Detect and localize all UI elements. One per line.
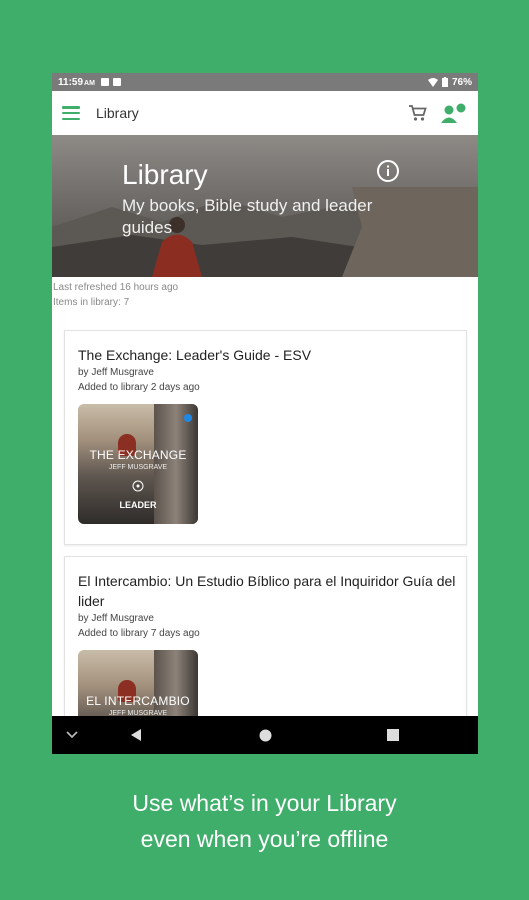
leader-emblem-icon <box>132 480 144 492</box>
image-notification-icon <box>100 78 109 86</box>
library-meta: Last refreshed 16 hours ago Items in lib… <box>52 277 478 310</box>
home-icon[interactable] <box>259 729 272 742</box>
items-count-text: Items in library: 7 <box>53 297 130 308</box>
library-hero-banner: Library My books, Bible study and leader… <box>52 135 478 277</box>
sd-card-icon <box>112 78 121 86</box>
account-icon[interactable] <box>440 102 468 124</box>
info-icon[interactable] <box>376 159 400 183</box>
promo-tagline: Use what’s in your Library even when you… <box>132 790 397 852</box>
wifi-icon <box>427 77 438 87</box>
book-added-date: Added to library 2 days ago <box>78 382 200 393</box>
hero-subtitle: My books, Bible study and leader guides <box>122 196 373 237</box>
menu-icon[interactable] <box>62 106 80 120</box>
cover-title: THE EXCHANGE <box>89 448 187 462</box>
recents-icon[interactable] <box>387 729 399 741</box>
unread-indicator <box>184 414 192 422</box>
book-title: The Exchange: Leader's Guide - ESV <box>78 347 312 363</box>
chevron-down-icon[interactable] <box>66 731 78 739</box>
battery-icon <box>441 77 448 87</box>
cart-icon[interactable] <box>408 104 428 122</box>
device-screen: 11:59AM 76% Library Library My books, Bi… <box>52 73 478 754</box>
book-author: by Jeff Musgrave <box>78 613 154 624</box>
app-bar-title: Library <box>96 105 139 121</box>
cover-author: JEFF MUSGRAVE <box>108 464 168 471</box>
hero-title: Library <box>122 159 208 190</box>
book-title: El Intercambio: Un Estudio Bíblico para … <box>78 573 456 609</box>
book-added-date: Added to library 7 days ago <box>78 628 200 639</box>
book-card[interactable]: The Exchange: Leader's Guide - ESV by Je… <box>64 330 467 545</box>
cover-title: EL INTERCAMBIO <box>86 694 190 708</box>
system-nav-bar <box>52 716 478 754</box>
status-bar: 11:59AM 76% <box>52 73 478 91</box>
last-refreshed-text: Last refreshed 16 hours ago <box>53 282 179 293</box>
back-icon[interactable] <box>130 728 142 742</box>
cover-label: LEADER <box>119 500 157 510</box>
book-cover[interactable]: THE EXCHANGE JEFF MUSGRAVE LEADER <box>78 404 198 524</box>
app-bar: Library <box>52 91 478 135</box>
status-time: 11:59AM <box>58 76 95 88</box>
battery-level: 76% <box>451 76 472 88</box>
book-author: by Jeff Musgrave <box>78 367 154 378</box>
